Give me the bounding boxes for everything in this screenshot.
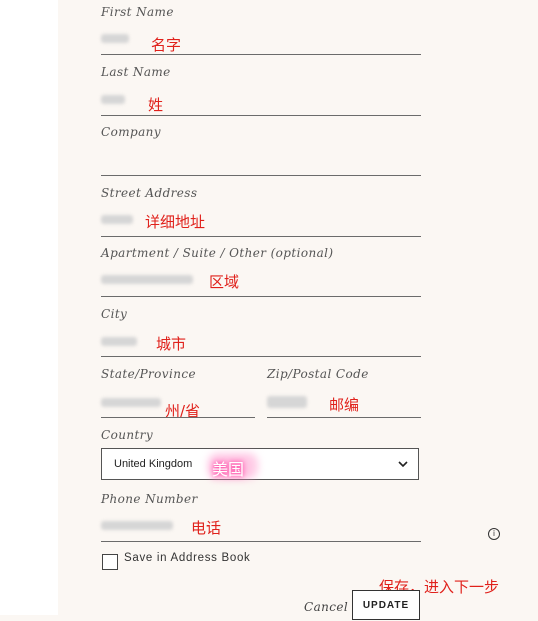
apartment-input[interactable]: 区域 [101, 269, 421, 297]
annotation-first-name: 名字 [151, 36, 182, 54]
street-address-input[interactable]: 详细地址 [101, 209, 421, 237]
annotation-last-name: 姓 [148, 96, 164, 114]
underline [101, 417, 255, 418]
cancel-link[interactable]: Cancel [304, 600, 348, 614]
save-address-label: Save in Address Book [124, 552, 251, 564]
redacted-value [267, 396, 307, 408]
redacted-value [101, 337, 137, 346]
chevron-down-icon [398, 461, 408, 468]
zip-label: Zip/Postal Code [267, 367, 369, 381]
zip-input[interactable]: 邮编 [267, 390, 421, 418]
redacted-value [101, 34, 129, 43]
first-name-label: First Name [101, 5, 174, 19]
apartment-label: Apartment / Suite / Other (optional) [101, 246, 334, 260]
street-address-label: Street Address [101, 186, 198, 200]
underline [101, 54, 421, 55]
underline [101, 175, 421, 176]
save-address-checkbox[interactable] [102, 554, 118, 570]
first-name-input[interactable]: 名字 [101, 27, 421, 55]
country-value: United Kingdom [114, 458, 193, 470]
underline [101, 296, 421, 297]
underline [101, 356, 421, 357]
phone-input[interactable]: 电话 [101, 514, 421, 542]
redacted-value [101, 398, 161, 407]
update-button[interactable]: UPDATE [352, 590, 420, 620]
phone-label: Phone Number [101, 492, 198, 506]
underline [101, 236, 421, 237]
country-label: Country [101, 428, 154, 442]
underline [101, 115, 421, 116]
annotation-phone: 电话 [191, 519, 222, 537]
address-form: First Name 名字 Last Name 姓 Company Street… [58, 0, 538, 620]
company-input[interactable] [101, 148, 421, 176]
annotation-apartment: 区域 [209, 273, 240, 291]
redacted-value [101, 521, 173, 530]
city-label: City [101, 307, 128, 321]
city-input[interactable]: 城市 [101, 329, 421, 357]
redacted-value [101, 275, 193, 284]
annotation-city: 城市 [156, 335, 187, 353]
state-input[interactable]: 州/省 [101, 390, 255, 420]
redacted-value [101, 215, 133, 224]
annotation-country: 美国 [212, 460, 245, 479]
underline [101, 541, 421, 542]
company-label: Company [101, 125, 161, 139]
country-select[interactable]: United Kingdom [101, 448, 419, 480]
left-margin [0, 0, 58, 615]
annotation-zip: 邮编 [329, 396, 360, 414]
state-label: State/Province [101, 367, 196, 381]
redacted-value [101, 95, 125, 104]
annotation-street: 详细地址 [145, 213, 206, 231]
underline [267, 417, 421, 418]
last-name-label: Last Name [101, 65, 171, 79]
last-name-input[interactable]: 姓 [101, 88, 421, 116]
info-icon[interactable]: i [488, 528, 500, 540]
